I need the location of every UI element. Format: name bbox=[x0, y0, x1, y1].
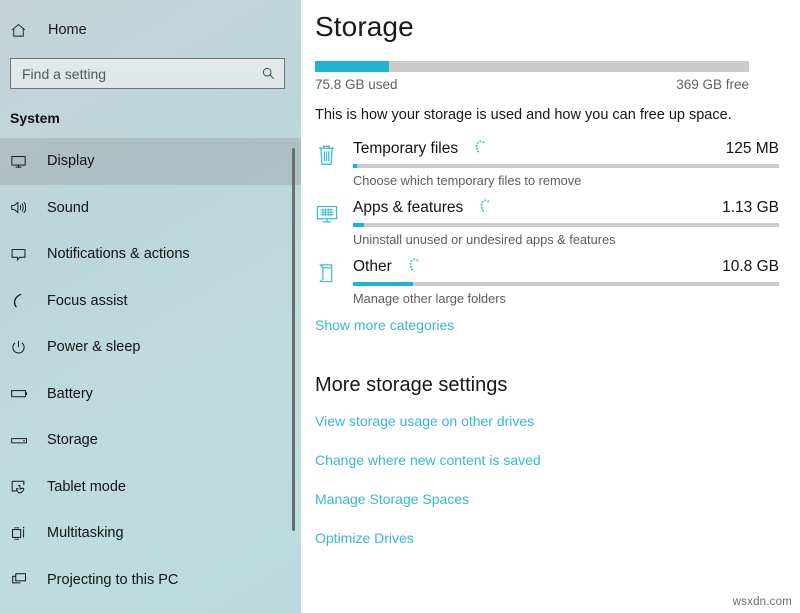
sidebar-nav: Display Sound Notifications & actions Fo… bbox=[0, 138, 301, 603]
search-container bbox=[10, 58, 291, 89]
storage-category-name: Other bbox=[353, 258, 392, 275]
loading-spinner-icon bbox=[472, 139, 486, 155]
sidebar-item-tablet-mode[interactable]: Tablet mode bbox=[0, 464, 301, 511]
sidebar-item-projecting-to-this-pc[interactable]: Projecting to this PC bbox=[0, 557, 301, 604]
storage-category-bar-fill bbox=[353, 164, 358, 168]
sidebar-home-label: Home bbox=[48, 22, 87, 38]
watermark: wsxdn.com bbox=[732, 596, 792, 608]
more-storage-settings-links: View storage usage on other drives Chang… bbox=[315, 413, 800, 546]
tablet-touch-icon bbox=[10, 478, 40, 496]
sidebar-item-label: Sound bbox=[47, 199, 89, 216]
storage-category-head: Temporary files 125 MB bbox=[353, 140, 779, 158]
storage-category-row[interactable]: Apps & features 1.13 GB Uninstall unused… bbox=[301, 199, 800, 247]
multitasking-icon bbox=[10, 525, 40, 542]
overall-storage-bar-legend: 75.8 GB used 369 GB free bbox=[315, 77, 749, 92]
project-icon bbox=[10, 571, 40, 588]
more-storage-settings-heading: More storage settings bbox=[315, 374, 508, 396]
storage-category-bar-fill bbox=[353, 282, 413, 286]
sidebar-item-label: Multitasking bbox=[47, 525, 124, 542]
storage-category-bar-track bbox=[353, 223, 779, 227]
search-box[interactable] bbox=[10, 58, 285, 89]
storage-category-head: Apps & features 1.13 GB bbox=[353, 199, 779, 217]
storage-category-description: Choose which temporary files to remove bbox=[353, 173, 582, 188]
overall-storage-bar-block: 75.8 GB used 369 GB free bbox=[315, 61, 749, 92]
storage-category-bar-track bbox=[353, 164, 779, 168]
storage-category-name-wrap: Other bbox=[353, 258, 420, 276]
storage-category-name: Temporary files bbox=[353, 140, 459, 157]
storage-category-name-wrap: Temporary files bbox=[353, 140, 486, 158]
view-storage-usage-other-drives-link[interactable]: View storage usage on other drives bbox=[315, 413, 534, 429]
intro-text: This is how your storage is used and how… bbox=[315, 107, 732, 123]
storage-category-body: Other 10.8 GB Manage other large folders bbox=[353, 258, 800, 306]
monitor-icon bbox=[10, 153, 40, 170]
folder-open-icon bbox=[315, 258, 353, 306]
storage-category-row[interactable]: Other 10.8 GB Manage other large folders bbox=[301, 258, 800, 306]
storage-category-row[interactable]: Temporary files 125 MB Choose which temp… bbox=[301, 140, 800, 188]
storage-category-description: Manage other large folders bbox=[353, 291, 506, 306]
sidebar-item-label: Notifications & actions bbox=[47, 246, 190, 263]
sidebar-item-notifications-actions[interactable]: Notifications & actions bbox=[0, 231, 301, 278]
sidebar-item-focus-assist[interactable]: Focus assist bbox=[0, 278, 301, 325]
power-icon bbox=[10, 339, 40, 356]
trash-icon bbox=[315, 140, 353, 188]
loading-spinner-icon bbox=[406, 257, 420, 273]
home-icon bbox=[10, 22, 42, 39]
drive-icon bbox=[10, 432, 40, 449]
moon-icon bbox=[10, 292, 40, 309]
sidebar-item-multitasking[interactable]: Multitasking bbox=[0, 510, 301, 557]
sidebar-item-label: Display bbox=[47, 153, 95, 170]
sidebar-item-display[interactable]: Display bbox=[0, 138, 301, 185]
change-where-new-content-saved-link[interactable]: Change where new content is saved bbox=[315, 452, 541, 468]
storage-category-bar-fill bbox=[353, 223, 364, 227]
page-title: Storage bbox=[315, 11, 414, 42]
manage-storage-spaces-link[interactable]: Manage Storage Spaces bbox=[315, 491, 469, 507]
sidebar-item-label: Focus assist bbox=[47, 292, 128, 309]
storage-category-head: Other 10.8 GB bbox=[353, 258, 779, 276]
sidebar-item-label: Tablet mode bbox=[47, 478, 126, 495]
storage-category-body: Apps & features 1.13 GB Uninstall unused… bbox=[353, 199, 800, 247]
battery-icon bbox=[10, 385, 40, 402]
storage-category-name: Apps & features bbox=[353, 199, 464, 216]
storage-category-size: 1.13 GB bbox=[722, 199, 779, 216]
storage-category-list: Temporary files 125 MB Choose which temp… bbox=[301, 140, 800, 306]
storage-category-description: Uninstall unused or undesired apps & fea… bbox=[353, 232, 616, 247]
loading-spinner-icon bbox=[477, 198, 491, 214]
search-input[interactable] bbox=[22, 65, 261, 82]
overall-storage-bar-fill bbox=[315, 61, 389, 72]
main-content: Storage 75.8 GB used 369 GB free This is… bbox=[301, 0, 800, 613]
sidebar-item-power-sleep[interactable]: Power & sleep bbox=[0, 324, 301, 371]
storage-used-label: 75.8 GB used bbox=[315, 77, 398, 92]
sidebar-scrollbar-thumb[interactable] bbox=[292, 148, 295, 531]
sidebar-item-label: Projecting to this PC bbox=[47, 571, 179, 588]
sidebar-section-title: System bbox=[10, 110, 60, 126]
optimize-drives-link[interactable]: Optimize Drives bbox=[315, 530, 414, 546]
sidebar-item-battery[interactable]: Battery bbox=[0, 371, 301, 418]
callout-icon bbox=[10, 246, 40, 263]
storage-category-name-wrap: Apps & features bbox=[353, 199, 491, 217]
show-more-categories-link[interactable]: Show more categories bbox=[315, 317, 454, 333]
storage-free-label: 369 GB free bbox=[676, 77, 749, 92]
sidebar-item-storage[interactable]: Storage bbox=[0, 417, 301, 464]
storage-category-size: 125 MB bbox=[725, 140, 779, 157]
sidebar-item-home[interactable]: Home bbox=[0, 10, 301, 50]
overall-storage-bar-track bbox=[315, 61, 749, 72]
monitor-apps-icon bbox=[315, 199, 353, 247]
settings-window: Home System bbox=[0, 0, 800, 613]
storage-category-size: 10.8 GB bbox=[722, 258, 779, 275]
speaker-icon bbox=[10, 199, 40, 216]
sidebar-item-label: Storage bbox=[47, 432, 98, 449]
show-more-categories-wrap: Show more categories bbox=[315, 317, 800, 333]
storage-category-body: Temporary files 125 MB Choose which temp… bbox=[353, 140, 800, 188]
sidebar-item-sound[interactable]: Sound bbox=[0, 185, 301, 232]
storage-category-bar-track bbox=[353, 282, 779, 286]
sidebar: Home System bbox=[0, 0, 301, 613]
sidebar-item-label: Power & sleep bbox=[47, 339, 141, 356]
sidebar-item-label: Battery bbox=[47, 385, 93, 402]
search-icon[interactable] bbox=[261, 66, 276, 81]
